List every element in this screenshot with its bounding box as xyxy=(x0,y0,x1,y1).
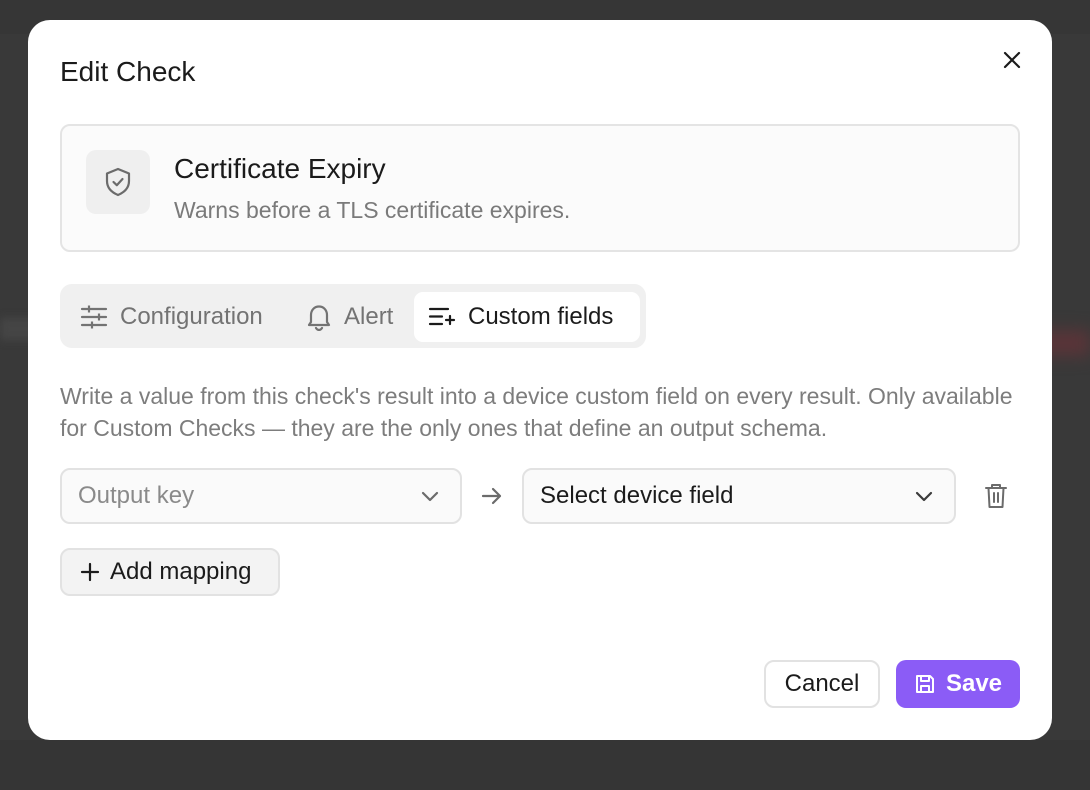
save-button[interactable]: Save xyxy=(896,660,1020,708)
add-mapping-label: Add mapping xyxy=(110,558,252,585)
check-icon-tile xyxy=(86,150,150,214)
cancel-button[interactable]: Cancel xyxy=(764,660,880,708)
chevron-down-icon xyxy=(421,491,439,502)
close-icon xyxy=(1003,51,1021,69)
backdrop-footer xyxy=(0,740,1090,790)
tab-alert[interactable]: Alert xyxy=(296,292,408,342)
output-key-select[interactable]: Output key xyxy=(60,468,462,524)
chevron-down-icon xyxy=(915,491,933,502)
sliders-icon xyxy=(80,305,108,329)
trash-icon[interactable] xyxy=(984,482,1008,510)
add-mapping-button[interactable]: Add mapping xyxy=(60,548,280,596)
tab-label: Configuration xyxy=(120,303,263,330)
check-summary-card: Certificate Expiry Warns before a TLS ce… xyxy=(60,124,1020,252)
save-icon xyxy=(915,675,934,693)
save-label: Save xyxy=(945,670,1003,697)
output-key-placeholder: Output key xyxy=(78,482,195,509)
tab-bar: Configuration Alert Custom fields xyxy=(60,284,646,348)
check-name: Certificate Expiry xyxy=(174,153,386,184)
custom-fields-help-text: Write a value from this check's result i… xyxy=(60,383,1013,441)
tab-configuration[interactable]: Configuration xyxy=(68,292,290,342)
close-button[interactable] xyxy=(998,48,1026,72)
check-description: Warns before a TLS certificate expires. xyxy=(174,197,571,223)
arrow-right-icon xyxy=(481,487,502,505)
device-field-value: Select device field xyxy=(540,482,734,509)
plus-icon xyxy=(80,562,100,582)
dialog-title: Edit Check xyxy=(60,56,196,87)
edit-check-dialog: Edit Check Certificate Expiry Warns befo… xyxy=(28,20,1052,740)
list-plus-icon xyxy=(428,307,456,326)
bell-icon xyxy=(307,305,331,331)
tab-label: Custom fields xyxy=(468,303,614,330)
tab-custom-fields[interactable]: Custom fields xyxy=(414,292,640,342)
shield-check-icon xyxy=(105,167,131,197)
tab-label: Alert xyxy=(344,303,394,330)
device-field-select[interactable]: Select device field xyxy=(522,468,956,524)
